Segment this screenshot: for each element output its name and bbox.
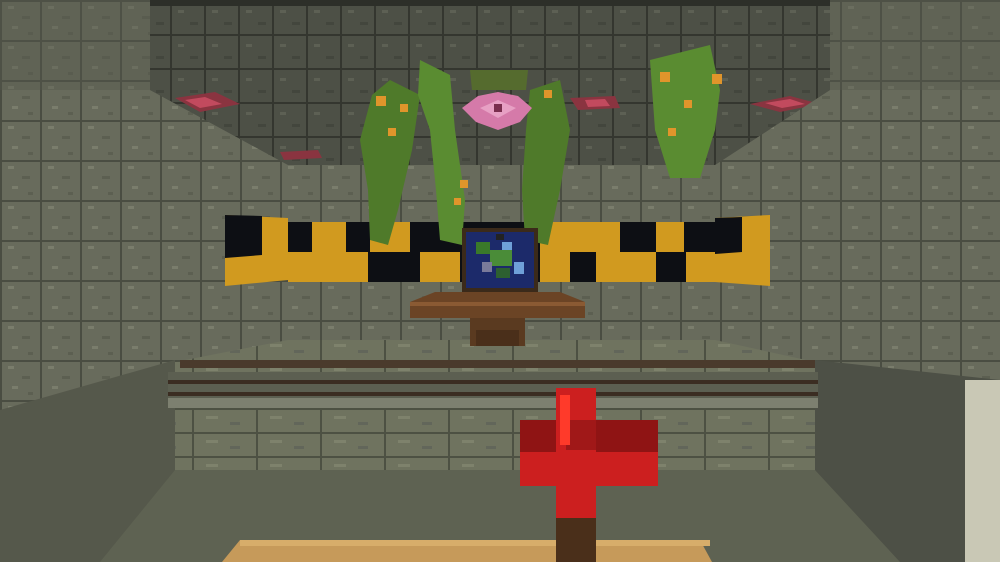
item-frame-map[interactable] — [462, 228, 538, 292]
game-viewport[interactable] — [0, 0, 1000, 562]
map-icon — [462, 228, 538, 292]
player-hand — [222, 540, 712, 562]
rail-track — [168, 360, 818, 408]
